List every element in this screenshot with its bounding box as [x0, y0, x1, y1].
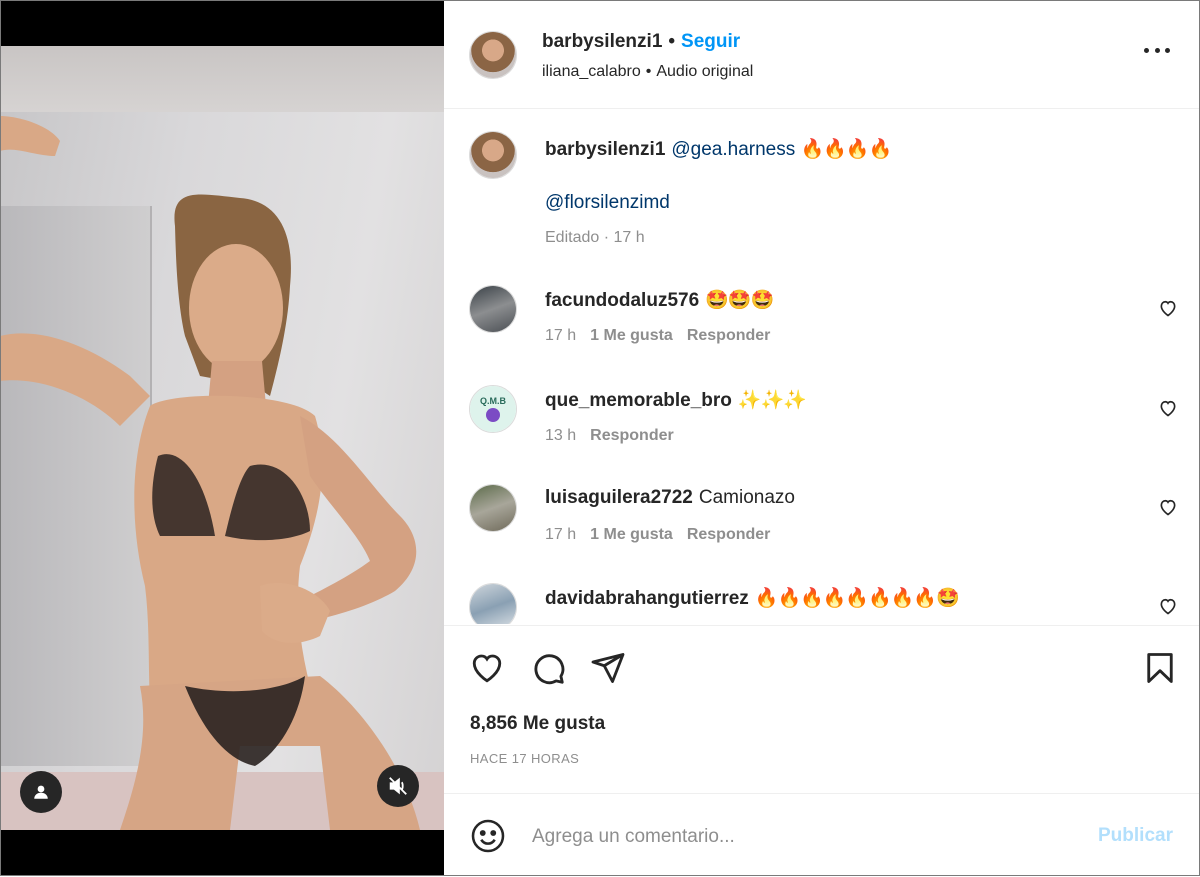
author-avatar[interactable] [469, 31, 517, 79]
post-header: barbysilenzi1 • Seguir iliana_calabro • Audi… [444, 0, 1200, 109]
comment-likes[interactable]: 1 Me gusta [590, 327, 673, 344]
video-frame[interactable] [0, 46, 444, 830]
user-tag-icon [34, 785, 48, 799]
caption-author-avatar[interactable] [469, 131, 517, 179]
comment-body: Camionazo [698, 487, 795, 508]
audio-label[interactable]: Audio original [656, 63, 753, 80]
comment-text: davidabrahangutierrez 🔥🔥🔥🔥🔥🔥🔥🔥🤩 [545, 586, 960, 610]
post-time: HACE 17 HORAS [470, 751, 580, 766]
video-subject-illustration [0, 116, 420, 830]
author-username[interactable]: barbysilenzi1 [542, 31, 662, 52]
comment-like-heart-icon[interactable] [1158, 298, 1178, 318]
heart-icon[interactable] [469, 650, 505, 686]
comments-list[interactable]: barbysilenzi1 @gea.harness 🔥🔥🔥🔥 @florsile… [444, 109, 1200, 624]
comment-input[interactable] [530, 818, 1074, 856]
comment-meta: 13 h Responder [545, 427, 688, 445]
post-actions: 8,856 Me gusta HACE 17 HORAS [444, 625, 1200, 794]
caption-mention-2[interactable]: @florsilenzimd [545, 192, 670, 213]
commenter-avatar[interactable] [469, 484, 517, 532]
comment-time: 17 h [545, 526, 577, 543]
comment-time: 17 h [545, 327, 577, 344]
comment-text: luisaguilera2722 Camionazo [545, 487, 795, 509]
comment-username[interactable]: davidabrahangutierrez [545, 588, 749, 609]
post-media[interactable] [0, 0, 444, 876]
commenter-avatar[interactable] [469, 285, 517, 333]
like-count[interactable]: 8,856 Me gusta [470, 713, 605, 735]
reply-button[interactable]: Responder [687, 327, 771, 344]
caption-second-line: @florsilenzimd [545, 192, 670, 214]
post-details-panel: barbysilenzi1 • Seguir iliana_calabro • Audi… [444, 0, 1200, 876]
comment-text: que_memorable_bro ✨✨✨ [545, 388, 807, 412]
paper-plane-icon[interactable] [590, 650, 626, 686]
comment-body: 🤩🤩🤩 [705, 289, 774, 311]
comment-username[interactable]: que_memorable_bro [545, 390, 732, 411]
comment-composer: Publicar [444, 793, 1200, 877]
comment-body: 🔥🔥🔥🔥🔥🔥🔥🔥🤩 [754, 587, 960, 609]
separator-dot: • [645, 63, 652, 80]
mute-toggle-button[interactable] [377, 765, 419, 807]
comment-time: 13 h [545, 427, 577, 444]
caption-meta: Editado · 17 h [545, 229, 659, 247]
follow-button[interactable]: Seguir [681, 31, 740, 52]
reply-button[interactable]: Responder [687, 526, 771, 543]
comment-like-heart-icon[interactable] [1158, 596, 1178, 616]
audio-line: iliana_calabro • Audio original [542, 63, 753, 81]
smiley-icon[interactable] [470, 818, 506, 854]
comment-body: ✨✨✨ [737, 389, 807, 411]
commenter-avatar[interactable] [469, 583, 517, 624]
caption-mention[interactable]: @gea.harness [671, 139, 795, 160]
purple-figure-icon [486, 408, 500, 422]
volume-muted-icon [389, 777, 407, 795]
comment-likes[interactable]: 1 Me gusta [590, 526, 673, 543]
comment-username[interactable]: luisaguilera2722 [545, 487, 693, 508]
publish-button[interactable]: Publicar [1098, 825, 1173, 847]
more-options-icon[interactable] [1144, 40, 1170, 60]
caption-username[interactable]: barbysilenzi1 [545, 139, 665, 160]
comment-like-heart-icon[interactable] [1158, 497, 1178, 517]
tagged-users-button[interactable] [20, 771, 62, 813]
separator-dot: • [668, 31, 676, 52]
reply-button[interactable]: Responder [590, 427, 674, 444]
avatar-badge-text: Q.M.B [480, 396, 506, 406]
comment-text: facundodaluz576 🤩🤩🤩 [545, 288, 774, 312]
caption-text: barbysilenzi1 @gea.harness 🔥🔥🔥🔥 [545, 137, 893, 161]
comment-username[interactable]: facundodaluz576 [545, 290, 699, 311]
bookmark-icon[interactable] [1142, 650, 1178, 686]
audio-user[interactable]: iliana_calabro [542, 63, 641, 80]
commenter-avatar[interactable]: Q.M.B [469, 385, 517, 433]
comment-meta: 17 h 1 Me gusta Responder [545, 526, 784, 544]
comment-like-heart-icon[interactable] [1158, 398, 1178, 418]
caption-emojis: 🔥🔥🔥🔥 [800, 138, 893, 160]
comment-meta: 17 h 1 Me gusta Responder [545, 327, 784, 345]
author-line: barbysilenzi1 • Seguir [542, 31, 740, 53]
comment-bubble-icon[interactable] [530, 650, 566, 686]
edited-timestamp: Editado · 17 h [545, 229, 645, 246]
